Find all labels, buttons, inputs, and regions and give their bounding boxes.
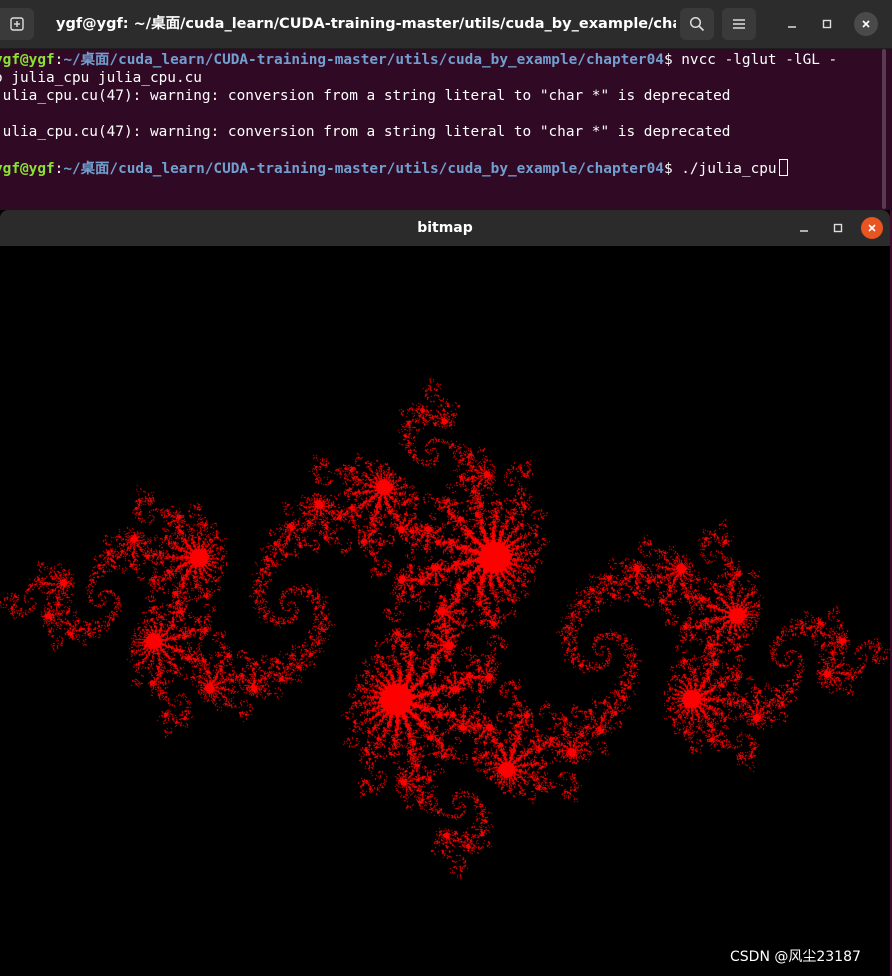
bitmap-close-button[interactable] <box>861 217 883 239</box>
text-cursor <box>778 159 788 176</box>
menu-button[interactable] <box>722 8 756 40</box>
bitmap-window[interactable]: bitmap <box>0 210 890 976</box>
terminal-line-command-cont: o julia_cpu julia_cpu.cu <box>0 70 202 86</box>
minimize-icon <box>788 26 796 28</box>
bitmap-maximize-button[interactable] <box>827 217 849 239</box>
terminal-window[interactable]: ygf@ygf: ~/桌面/cuda_learn/CUDA-training-m… <box>0 0 892 216</box>
bitmap-minimize-button[interactable] <box>793 217 815 239</box>
search-button[interactable] <box>680 8 714 40</box>
terminal-line-warning-1: julia_cpu.cu(47): warning: conversion fr… <box>0 88 731 104</box>
prompt-user: ygf@ygf <box>0 161 55 177</box>
terminal-title: ygf@ygf: ~/桌面/cuda_learn/CUDA-training-m… <box>56 16 676 32</box>
maximize-icon <box>822 19 832 29</box>
terminal-line-prompt-2: ygf@ygf:~/桌面/cuda_learn/CUDA-training-ma… <box>0 159 788 177</box>
prompt-path: ~/桌面/cuda_learn/CUDA-training-master/uti… <box>63 52 664 68</box>
prompt-path: ~/桌面/cuda_learn/CUDA-training-master/uti… <box>63 161 664 177</box>
bitmap-title: bitmap <box>417 220 473 236</box>
prompt-symbol: $ <box>663 161 673 177</box>
command-text: ./julia_cpu <box>672 161 777 177</box>
prompt-symbol: $ <box>663 52 673 68</box>
terminal-line-prompt-1: ygf@ygf:~/桌面/cuda_learn/CUDA-training-ma… <box>0 51 837 69</box>
close-icon <box>868 224 876 232</box>
search-icon <box>689 16 705 32</box>
hamburger-menu-icon <box>733 19 745 29</box>
minimize-icon <box>800 230 808 232</box>
command-text: nvcc -lglut -lGL - <box>672 52 838 68</box>
terminal-output[interactable]: ygf@ygf:~/桌面/cuda_learn/CUDA-training-ma… <box>0 49 880 216</box>
watermark: CSDN @风尘23187 <box>730 949 861 965</box>
maximize-icon <box>833 223 843 233</box>
bitmap-header-bar: bitmap <box>0 210 890 246</box>
close-icon <box>862 20 870 28</box>
terminal-scrollbar[interactable] <box>882 49 886 209</box>
julia-set-bitmap <box>0 246 890 976</box>
terminal-minimize-button[interactable] <box>780 12 804 36</box>
new-tab-button[interactable] <box>0 8 34 40</box>
terminal-close-button[interactable] <box>854 12 878 36</box>
prompt-user: ygf@ygf <box>0 52 55 68</box>
terminal-line-warning-2: julia_cpu.cu(47): warning: conversion fr… <box>0 124 731 140</box>
new-tab-icon <box>10 17 24 31</box>
terminal-header-bar: ygf@ygf: ~/桌面/cuda_learn/CUDA-training-m… <box>0 0 892 49</box>
terminal-maximize-button[interactable] <box>815 12 839 36</box>
